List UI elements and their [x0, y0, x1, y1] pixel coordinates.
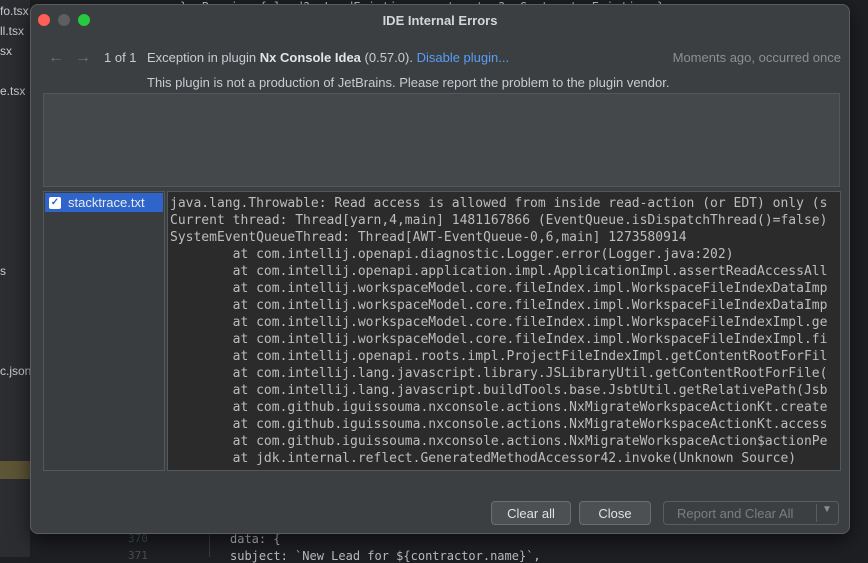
stacktrace-line: SystemEventQueueThread: Thread[AWT-Event…: [170, 229, 840, 246]
code-line: data: {: [230, 532, 281, 546]
plugin-version: (0.57.0).: [365, 50, 413, 65]
stacktrace-line: at com.intellij.workspaceModel.core.file…: [170, 297, 840, 314]
disable-plugin-link[interactable]: Disable plugin...: [417, 50, 510, 65]
ide-internal-errors-dialog: IDE Internal Errors ← → 1 of 1 Exception…: [30, 4, 850, 534]
attachments-list: ✓ stacktrace.txt: [43, 191, 165, 471]
project-panel-selection: [0, 461, 30, 479]
stacktrace-line: at com.intellij.workspaceModel.core.file…: [170, 314, 840, 331]
project-file-item[interactable]: fo.tsx: [0, 4, 29, 18]
editor-bottom: 370 data: { 371 subject: `New Lead for $…: [120, 534, 740, 557]
code-line: subject: `New Lead for ${contractor.name…: [230, 549, 541, 563]
stacktrace-line: at com.github.iguissouma.nxconsole.actio…: [170, 433, 840, 450]
line-number: 371: [128, 549, 148, 562]
exception-summary: Exception in plugin Nx Console Idea (0.5…: [147, 50, 509, 65]
split-divider: [816, 504, 817, 522]
stacktrace-line: at com.intellij.lang.javascript.buildToo…: [170, 382, 840, 399]
dialog-title: IDE Internal Errors: [31, 13, 849, 28]
stacktrace-line: at com.intellij.openapi.application.impl…: [170, 263, 840, 280]
stacktrace-line: at com.github.iguissouma.nxconsole.actio…: [170, 416, 840, 433]
error-counter: 1 of 1: [104, 50, 137, 65]
title-bar: IDE Internal Errors: [31, 5, 849, 35]
stacktrace-line: Current thread: Thread[yarn,4,main] 1481…: [170, 212, 840, 229]
stacktrace-line: at com.intellij.workspaceModel.core.file…: [170, 280, 840, 297]
arrow-left-icon[interactable]: ←: [48, 49, 64, 67]
stacktrace-line: at com.intellij.openapi.roots.impl.Proje…: [170, 348, 840, 365]
arrow-right-icon[interactable]: →: [75, 49, 91, 67]
close-button[interactable]: Close: [579, 501, 651, 525]
clear-all-button[interactable]: Clear all: [491, 501, 571, 525]
exception-prefix: Exception in plugin: [147, 50, 256, 65]
comment-textarea[interactable]: [43, 93, 840, 187]
chevron-down-icon[interactable]: ▼: [822, 504, 832, 515]
stacktrace-line: java.lang.Throwable: Read access is allo…: [170, 195, 840, 212]
project-file-item[interactable]: e.tsx: [0, 84, 25, 98]
error-header: ← → 1 of 1 Exception in plugin Nx Consol…: [31, 49, 849, 69]
stacktrace-viewer[interactable]: java.lang.Throwable: Read access is allo…: [167, 191, 841, 471]
report-label: Report and Clear All: [677, 506, 793, 521]
editor-scrollbar-area: [850, 0, 868, 557]
report-and-clear-all-button[interactable]: Report and Clear All ▼: [663, 501, 839, 525]
stacktrace-line: at com.intellij.lang.javascript.library.…: [170, 365, 840, 382]
stacktrace-line: at com.intellij.workspaceModel.core.file…: [170, 331, 840, 348]
occurrence-info: Moments ago, occurred once: [673, 50, 841, 65]
project-file-item[interactable]: s: [0, 264, 6, 278]
stacktrace-line: at jdk.internal.reflect.GeneratedMethodA…: [170, 450, 840, 467]
plugin-vendor-notice: This plugin is not a production of JetBr…: [147, 75, 669, 90]
project-file-item[interactable]: sx: [0, 44, 12, 58]
project-file-item[interactable]: c.json: [0, 364, 31, 378]
project-file-item[interactable]: ll.tsx: [0, 24, 24, 38]
plugin-name: Nx Console Idea: [260, 50, 361, 65]
stacktrace-line: at com.intellij.openapi.diagnostic.Logge…: [170, 246, 840, 263]
attachment-item-stacktrace[interactable]: ✓ stacktrace.txt: [45, 193, 163, 212]
project-panel: fo.tsx ll.tsx sx e.tsx s c.json: [0, 0, 30, 557]
attachment-label: stacktrace.txt: [68, 195, 145, 210]
stacktrace-line: at com.github.iguissouma.nxconsole.actio…: [170, 399, 840, 416]
checkbox-checked-icon[interactable]: ✓: [49, 197, 61, 209]
